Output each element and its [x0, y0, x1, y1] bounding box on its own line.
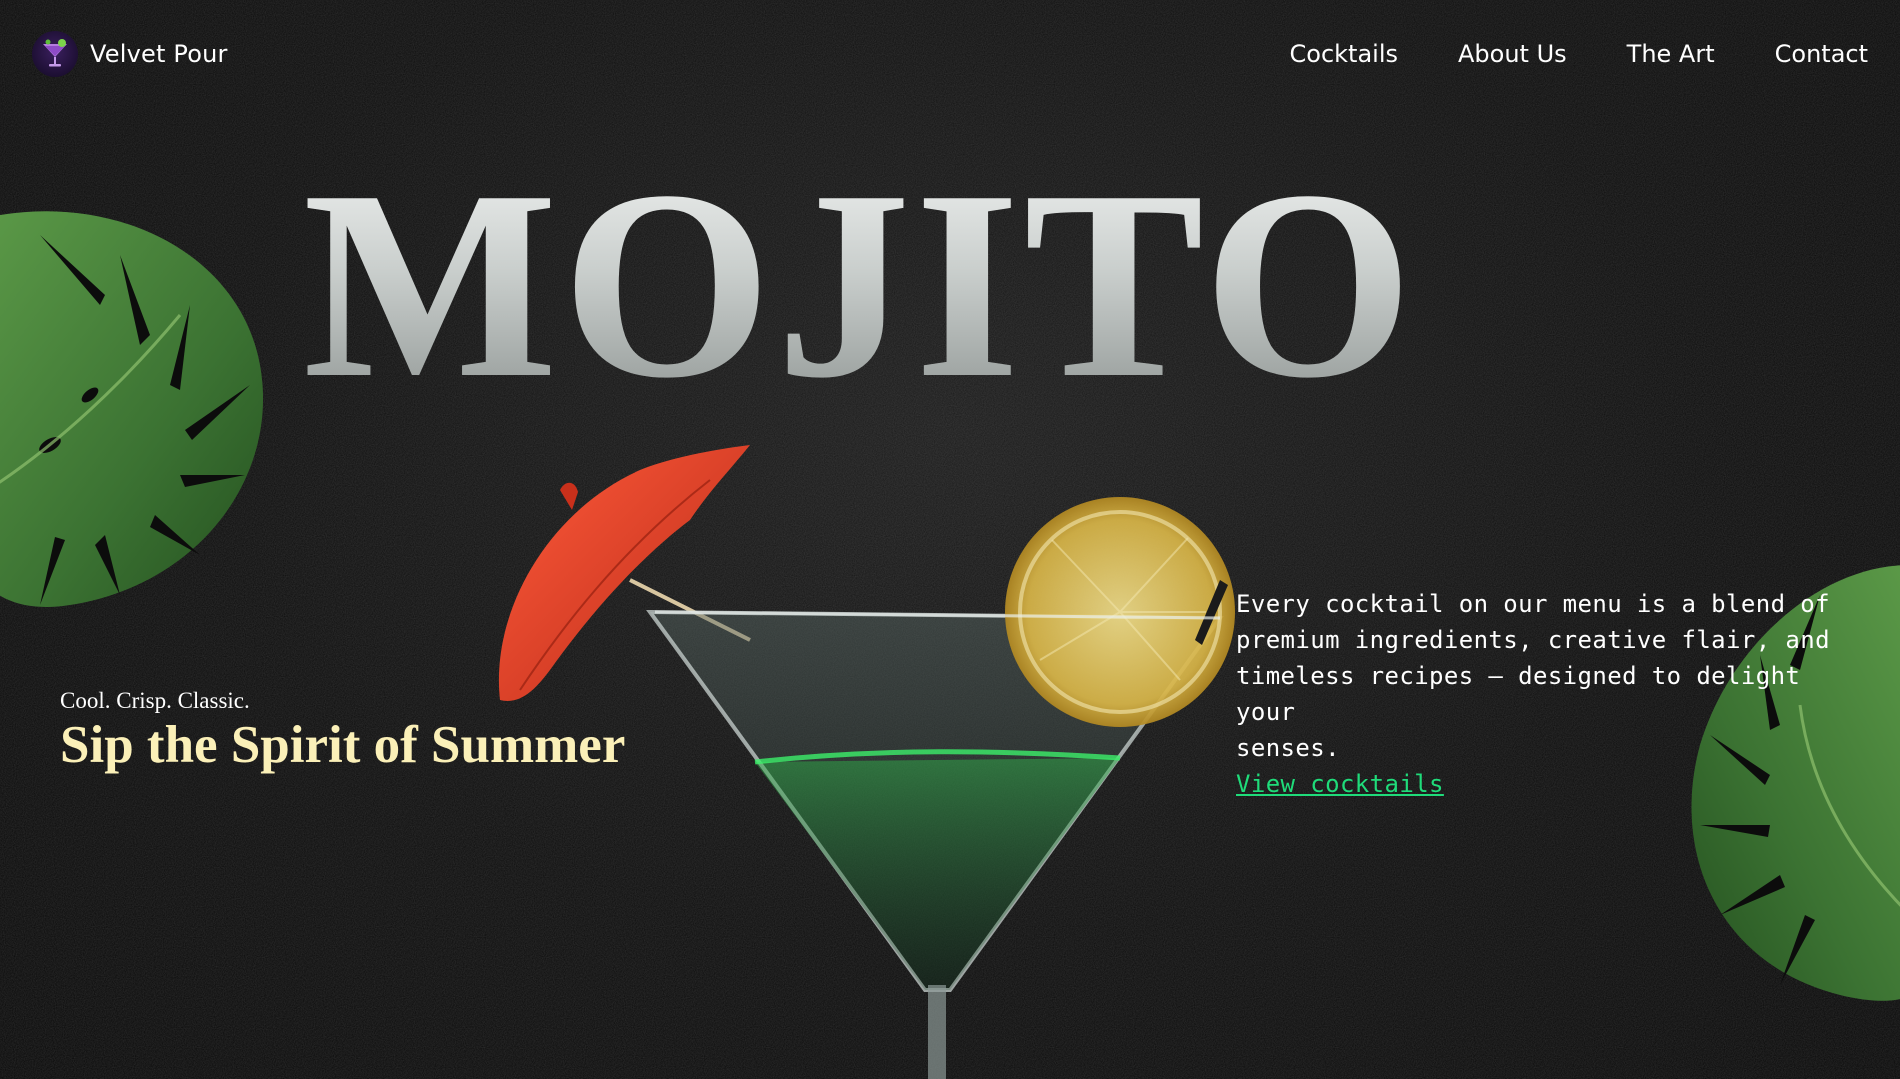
nav-link-about-us[interactable]: About Us	[1458, 40, 1567, 68]
hero-tagline: Cool. Crisp. Classic.	[60, 688, 250, 713]
nav-link-cocktails[interactable]: Cocktails	[1290, 40, 1399, 68]
nav-link-the-art[interactable]: The Art	[1627, 40, 1715, 68]
navbar: Velvet Pour Cocktails About Us The Art C…	[0, 0, 1900, 108]
hero-subtitle: Sip the Spirit of Summer	[60, 716, 626, 774]
monstera-leaf-icon	[0, 211, 264, 607]
lemon-slice-icon	[1005, 497, 1235, 727]
cocktail-glass-icon[interactable]	[32, 31, 78, 77]
main-nav: Cocktails About Us The Art Contact	[1290, 40, 1869, 68]
view-cocktails-link[interactable]: View cocktails	[1236, 766, 1444, 802]
brand-name[interactable]: Velvet Pour	[90, 40, 228, 68]
hero-left-copy: Cool. Crisp. Classic. Sip the Spirit of …	[60, 688, 625, 774]
hero-right-copy: Every cocktail on our menu is a blend of…	[1236, 586, 1836, 802]
brand[interactable]: Velvet Pour	[32, 31, 228, 77]
nav-link-contact[interactable]: Contact	[1775, 40, 1868, 68]
hero-description: Every cocktail on our menu is a blend of…	[1236, 590, 1830, 762]
